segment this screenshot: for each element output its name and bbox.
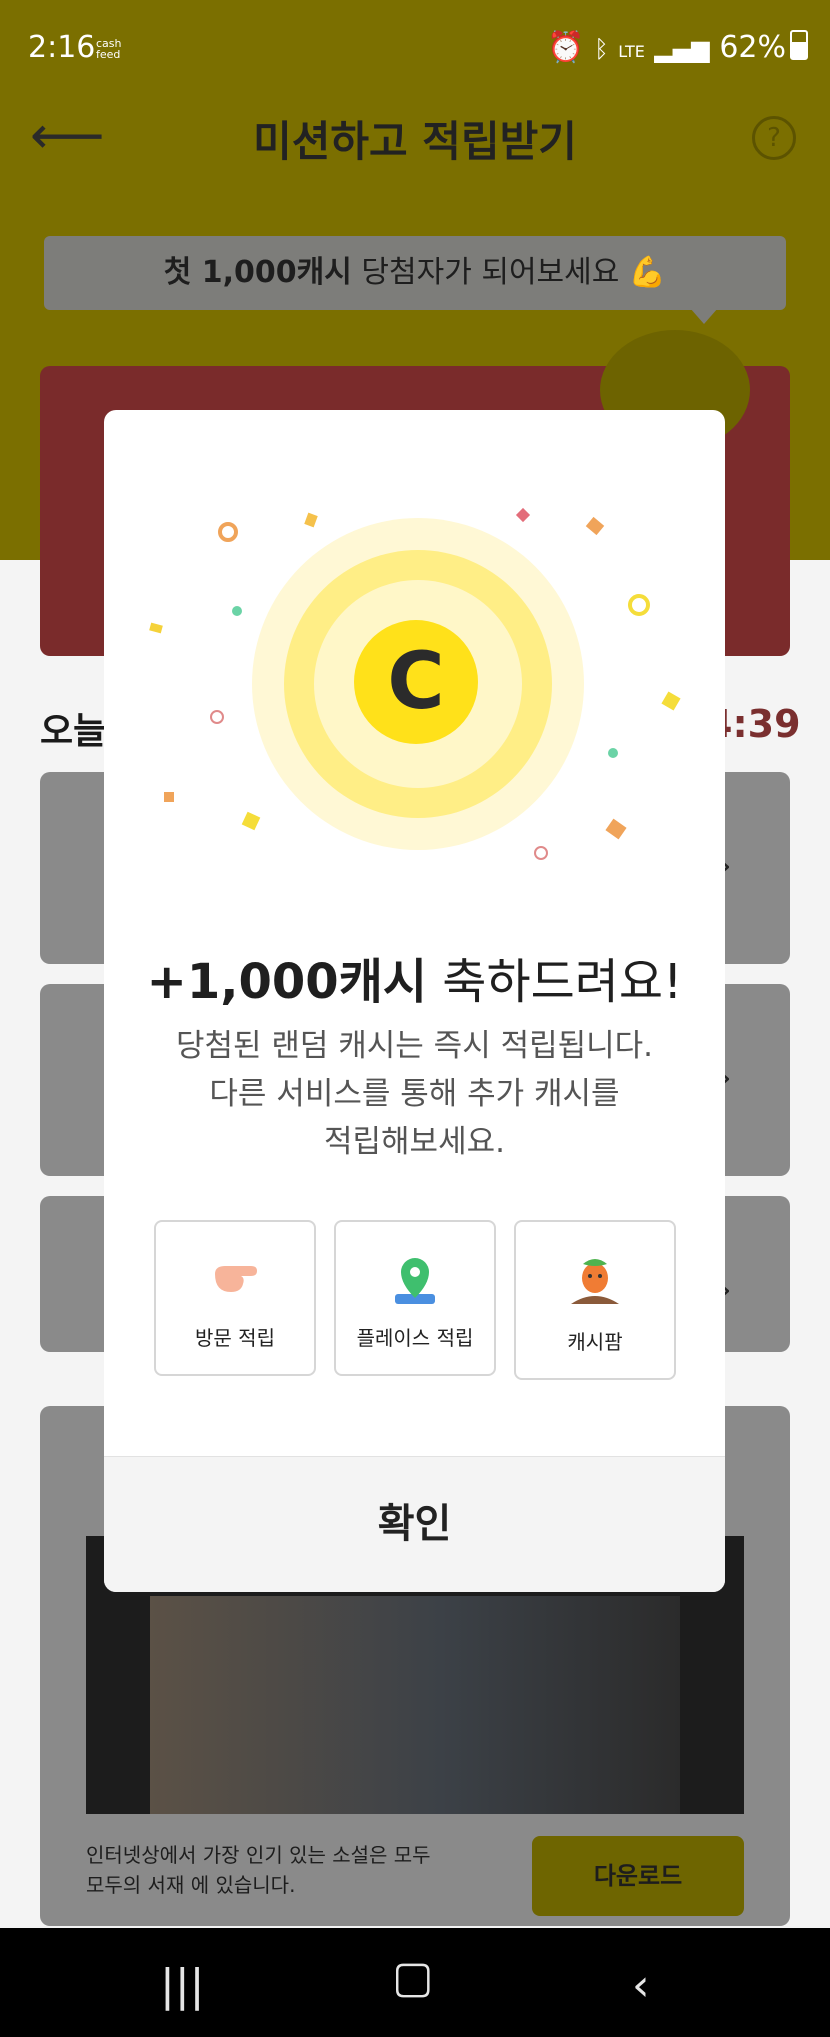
help-icon[interactable]: ?	[752, 116, 796, 160]
signal-icon: ▂▄▆	[654, 35, 710, 63]
option-label: 캐시팜	[567, 1330, 623, 1354]
confetti	[232, 606, 242, 616]
pointing-hand-icon	[156, 1256, 314, 1300]
promo-bubble: 첫 1,000캐시 당첨자가 되어보세요 💪	[44, 236, 786, 310]
confetti	[661, 691, 681, 711]
place-earn-button[interactable]: 플레이스 적립	[334, 1220, 496, 1376]
page-title: 미션하고 적립받기	[253, 117, 577, 166]
confetti	[304, 512, 318, 528]
section-title: 오늘	[40, 711, 107, 752]
confetti	[515, 507, 531, 523]
confetti	[628, 594, 650, 616]
cashfarm-button[interactable]: 캐시팜	[514, 1220, 676, 1380]
ad-text: 인터넷상에서 가장 인기 있는 소설은 모두모두의 서재 에 있습니다.	[86, 1840, 431, 1900]
ad-text-line: 인터넷상에서 가장 인기 있는 소설은 모두	[86, 1843, 431, 1867]
confetti	[241, 811, 261, 831]
reward-headline: +1,000캐시 축하드려요!	[104, 942, 725, 1012]
reward-modal: C +1,000캐시 축하드려요! 당첨된 랜덤 캐시는 즉시 적립됩니다. 다…	[104, 410, 725, 1592]
confetti	[585, 516, 605, 536]
recent-apps-icon[interactable]: |||	[160, 1960, 204, 2011]
desc-line: 당첨된 랜덤 캐시는 즉시 적립됩니다.	[175, 1028, 654, 1064]
network-label: LTE	[618, 42, 645, 61]
confetti	[210, 710, 224, 724]
confetti	[534, 846, 548, 860]
confetti	[218, 522, 238, 542]
visit-earn-button[interactable]: 방문 적립	[154, 1220, 316, 1376]
coin-letter: C	[387, 637, 445, 727]
ad-illustration	[150, 1596, 680, 1814]
battery-percent: 62%	[719, 30, 786, 65]
alarm-icon: ⏰	[547, 30, 585, 65]
reward-congrats: 축하드려요!	[427, 954, 683, 1010]
battery-icon	[790, 30, 808, 60]
desc-line: 적립해보세요.	[324, 1124, 505, 1160]
reward-amount: +1,000캐시	[146, 954, 428, 1010]
cashfeed-badge: cash feed	[96, 37, 122, 61]
home-icon[interactable]: ▢	[392, 1952, 434, 2003]
desc-line: 다른 서비스를 통해 추가 캐시를	[209, 1076, 620, 1112]
download-button[interactable]: 다운로드	[532, 1836, 744, 1916]
back-nav-icon[interactable]: ‹	[632, 1960, 650, 2011]
bubble-rest: 당첨자가 되어보세요 💪	[351, 255, 667, 290]
option-label: 플레이스 적립	[356, 1326, 474, 1350]
confetti	[149, 622, 163, 634]
confetti	[605, 818, 627, 840]
ad-text-line: 모두의 서재 에 있습니다.	[86, 1873, 296, 1897]
bubble-strong: 첫 1,000캐시	[163, 255, 352, 290]
option-label: 방문 적립	[195, 1326, 275, 1350]
carrot-icon	[516, 1252, 674, 1310]
status-time: 2:16	[28, 30, 96, 65]
map-pin-icon	[336, 1256, 494, 1310]
confetti	[608, 748, 618, 758]
status-right: ⏰ ᛒ LTE ▂▄▆ 62%	[547, 30, 808, 65]
bubble-tail	[690, 308, 718, 324]
reward-description: 당첨된 랜덤 캐시는 즉시 적립됩니다. 다른 서비스를 통해 추가 캐시를 적…	[104, 1022, 725, 1166]
bluetooth-icon: ᛒ	[594, 35, 609, 63]
confetti	[164, 792, 174, 802]
confirm-button[interactable]: 확인	[104, 1456, 725, 1592]
